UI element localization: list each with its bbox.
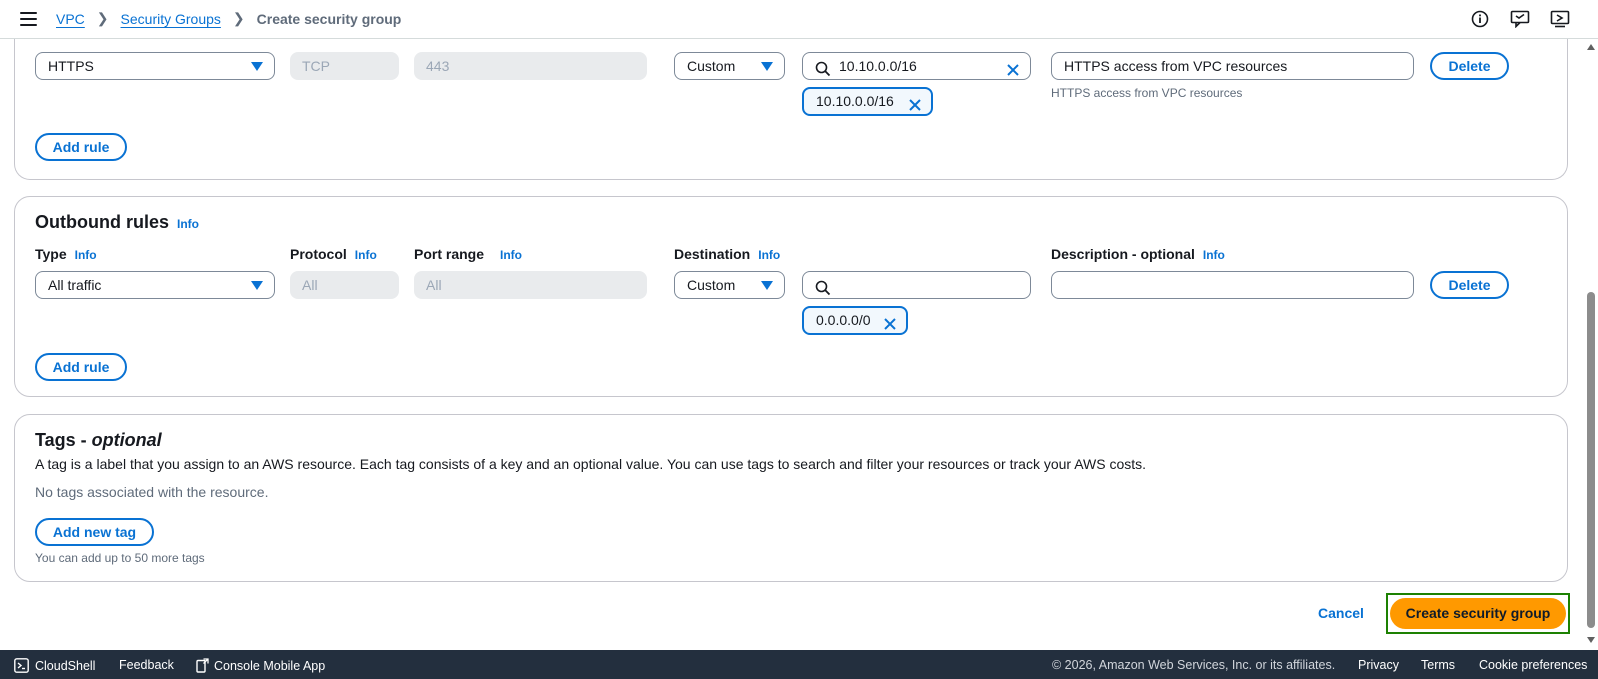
feedback-icon[interactable] bbox=[1510, 9, 1530, 29]
console-footer: CloudShell Feedback Console Mobile App ©… bbox=[0, 650, 1598, 679]
scroll-up-arrow-icon[interactable] bbox=[1587, 44, 1595, 50]
destination-info-link[interactable]: Info bbox=[758, 248, 780, 262]
outbound-info-link[interactable]: Info bbox=[177, 217, 199, 231]
inbound-type-select[interactable]: HTTPS bbox=[35, 52, 275, 80]
column-protocol-label: Protocol bbox=[290, 246, 347, 262]
caret-down-icon bbox=[251, 281, 263, 290]
outbound-destination-select[interactable]: Custom bbox=[674, 271, 785, 299]
dismiss-icon[interactable] bbox=[883, 314, 897, 339]
column-port-range-label: Port range bbox=[414, 246, 485, 262]
console-icon[interactable] bbox=[1550, 9, 1570, 29]
caret-down-icon bbox=[761, 281, 773, 290]
outbound-destination-search[interactable] bbox=[802, 271, 1031, 299]
chevron-right-icon: ❯ bbox=[96, 10, 109, 26]
scroll-down-arrow-icon[interactable] bbox=[1587, 637, 1595, 643]
outbound-destination-value: Custom bbox=[687, 277, 736, 293]
top-navigation: VPC ❯ Security Groups ❯ Create security … bbox=[0, 0, 1598, 39]
port-range-info-link[interactable]: Info bbox=[500, 248, 522, 262]
inbound-source-token: 10.10.0.0/16 bbox=[802, 87, 933, 116]
inbound-source-select[interactable]: Custom bbox=[674, 52, 785, 80]
column-description: Description - optional Info bbox=[1051, 246, 1225, 262]
create-security-group-button[interactable]: Create security group bbox=[1390, 598, 1566, 629]
chevron-right-icon: ❯ bbox=[232, 10, 245, 26]
breadcrumb-security-groups[interactable]: Security Groups bbox=[121, 11, 221, 27]
add-new-tag-button[interactable]: Add new tag bbox=[35, 518, 154, 546]
external-link-icon bbox=[196, 658, 209, 673]
breadcrumb-vpc[interactable]: VPC bbox=[56, 11, 85, 27]
cloudshell-label: CloudShell bbox=[35, 658, 96, 673]
column-type: Type Info bbox=[35, 246, 97, 262]
description-info-link[interactable]: Info bbox=[1203, 248, 1225, 262]
feedback-link[interactable]: Feedback bbox=[119, 658, 174, 672]
outbound-protocol-field: All bbox=[290, 271, 399, 299]
column-protocol: Protocol Info bbox=[290, 246, 377, 262]
tags-limit-hint: You can add up to 50 more tags bbox=[35, 551, 205, 565]
search-icon bbox=[815, 59, 831, 85]
caret-down-icon bbox=[251, 62, 263, 71]
terms-link[interactable]: Terms bbox=[1421, 658, 1455, 672]
inbound-source-search[interactable]: 10.10.0.0/16 bbox=[802, 52, 1031, 80]
outbound-description-input[interactable] bbox=[1051, 271, 1414, 299]
tags-description: A tag is a label that you assign to an A… bbox=[35, 456, 1147, 472]
tags-title-optional: optional bbox=[91, 430, 162, 450]
outbound-destination-token: 0.0.0.0/0 bbox=[802, 306, 908, 335]
column-description-label: Description - optional bbox=[1051, 246, 1195, 262]
outbound-port-range-field: All bbox=[414, 271, 647, 299]
breadcrumb-current: Create security group bbox=[256, 10, 402, 27]
cloudshell-icon bbox=[14, 658, 29, 673]
protocol-info-link[interactable]: Info bbox=[355, 248, 377, 262]
breadcrumb: VPC ❯ Security Groups ❯ Create security … bbox=[56, 10, 401, 27]
outbound-type-value: All traffic bbox=[48, 277, 102, 293]
menu-icon[interactable] bbox=[20, 12, 37, 26]
cancel-button[interactable]: Cancel bbox=[1318, 605, 1364, 621]
column-destination: Destination Info bbox=[674, 246, 780, 262]
inbound-port-range-field: 443 bbox=[414, 52, 647, 80]
inbound-protocol-field: TCP bbox=[290, 52, 399, 80]
outbound-add-rule-button[interactable]: Add rule bbox=[35, 353, 127, 381]
tags-panel: Tags - optional A tag is a label that yo… bbox=[14, 414, 1568, 582]
inbound-source-token-label: 10.10.0.0/16 bbox=[816, 93, 894, 109]
header-tools bbox=[1470, 9, 1570, 29]
inbound-description-hint: HTTPS access from VPC resources bbox=[1051, 86, 1243, 100]
cookie-preferences-link[interactable]: Cookie preferences bbox=[1479, 658, 1587, 672]
console-mobile-app-label: Console Mobile App bbox=[214, 658, 326, 673]
inbound-delete-button[interactable]: Delete bbox=[1430, 52, 1509, 80]
cloudshell-link[interactable]: CloudShell bbox=[14, 658, 95, 673]
inbound-add-rule-button[interactable]: Add rule bbox=[35, 133, 127, 161]
column-type-label: Type bbox=[35, 246, 67, 262]
caret-down-icon bbox=[761, 62, 773, 71]
outbound-rules-panel: Outbound rules Info Type Info Protocol Info… bbox=[14, 196, 1568, 397]
inbound-source-value: Custom bbox=[687, 58, 736, 74]
outbound-rules-title-text: Outbound rules bbox=[35, 212, 169, 232]
outbound-destination-token-label: 0.0.0.0/0 bbox=[816, 312, 871, 328]
console-mobile-app-link[interactable]: Console Mobile App bbox=[196, 658, 325, 673]
dismiss-icon[interactable] bbox=[908, 95, 922, 120]
outbound-rules-title: Outbound rules Info bbox=[35, 212, 199, 233]
privacy-link[interactable]: Privacy bbox=[1358, 658, 1399, 672]
type-info-link[interactable]: Info bbox=[75, 248, 97, 262]
outbound-delete-button[interactable]: Delete bbox=[1430, 271, 1509, 299]
column-port-range: Port range Info bbox=[414, 246, 522, 262]
clear-icon[interactable] bbox=[1006, 59, 1020, 85]
scrollbar-thumb[interactable] bbox=[1587, 292, 1595, 628]
tags-title: Tags - optional bbox=[35, 430, 162, 451]
copyright-text: © 2026, Amazon Web Services, Inc. or its… bbox=[1052, 658, 1336, 672]
inbound-description-input[interactable]: HTTPS access from VPC resources bbox=[1051, 52, 1414, 80]
search-icon bbox=[815, 278, 831, 304]
info-icon[interactable] bbox=[1470, 9, 1490, 29]
tags-empty-state: No tags associated with the resource. bbox=[35, 484, 269, 500]
tags-title-text: Tags - bbox=[35, 430, 92, 450]
inbound-type-value: HTTPS bbox=[48, 58, 94, 74]
column-destination-label: Destination bbox=[674, 246, 751, 262]
outbound-type-select[interactable]: All traffic bbox=[35, 271, 275, 299]
inbound-source-search-value: 10.10.0.0/16 bbox=[839, 58, 917, 74]
